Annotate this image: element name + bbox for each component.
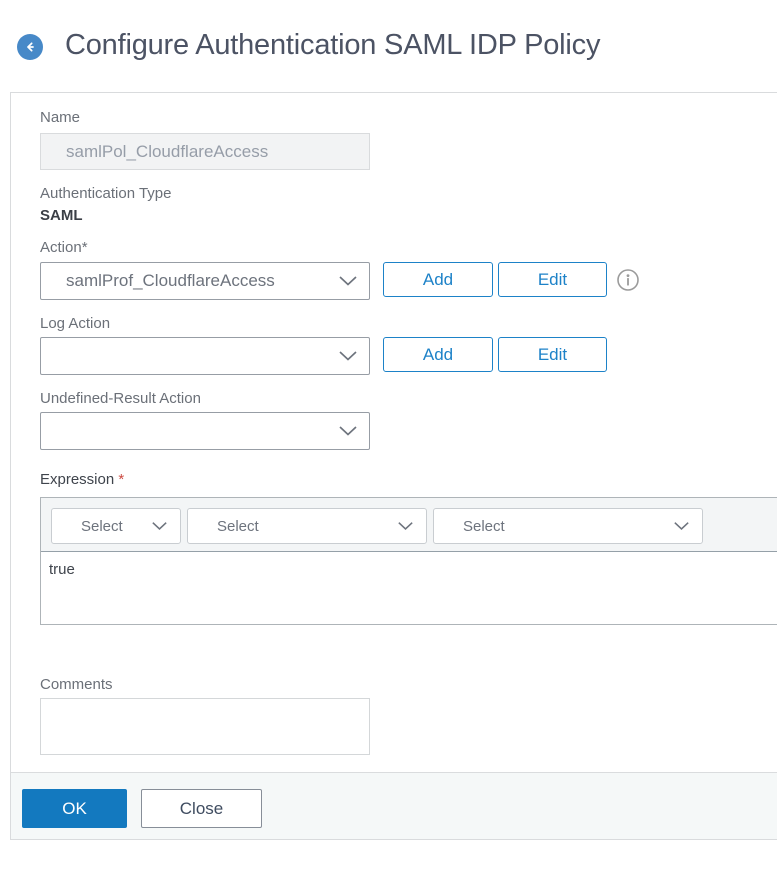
expression-label-text: Expression — [40, 471, 115, 488]
expression-select-3-value: Select — [463, 517, 505, 535]
page-title: Configure Authentication SAML IDP Policy — [65, 29, 601, 61]
expression-input[interactable]: true — [41, 552, 777, 624]
expression-select-2-value: Select — [217, 517, 259, 535]
form-footer: OK Close — [11, 772, 777, 839]
arrow-left-icon — [22, 39, 38, 55]
comments-label: Comments — [40, 676, 113, 693]
expression-select-3[interactable]: Select — [433, 508, 703, 544]
action-add-button[interactable]: Add — [383, 262, 493, 297]
comments-input[interactable] — [40, 698, 370, 755]
log-action-select[interactable] — [40, 337, 370, 375]
undefined-result-action-select[interactable] — [40, 412, 370, 450]
log-action-label: Log Action — [40, 315, 111, 332]
required-asterisk: * — [118, 471, 125, 488]
expression-editor: Select Select Select true — [40, 497, 777, 625]
action-label: Action* — [40, 239, 88, 256]
name-value: samlPol_CloudflareAccess — [66, 141, 269, 161]
name-field: samlPol_CloudflareAccess — [40, 133, 370, 170]
expression-select-2[interactable]: Select — [187, 508, 427, 544]
action-select[interactable]: samlProf_CloudflareAccess — [40, 262, 370, 300]
page-header: Configure Authentication SAML IDP Policy — [0, 0, 777, 92]
chevron-down-icon — [339, 421, 357, 441]
chevron-down-icon — [674, 518, 689, 535]
form-panel: Name samlPol_CloudflareAccess Authentica… — [10, 92, 777, 840]
chevron-down-icon — [339, 271, 357, 291]
log-action-edit-button[interactable]: Edit — [498, 337, 607, 372]
log-action-add-button[interactable]: Add — [383, 337, 493, 372]
expression-select-1[interactable]: Select — [51, 508, 181, 544]
authentication-type-label: Authentication Type — [40, 185, 172, 202]
expression-toolbar: Select Select Select — [41, 498, 777, 552]
expression-select-1-value: Select — [81, 517, 123, 535]
name-label: Name — [40, 109, 81, 126]
chevron-down-icon — [339, 346, 357, 366]
authentication-type-value: SAML — [40, 207, 83, 224]
expression-label: Expression * — [40, 471, 124, 488]
action-edit-button[interactable]: Edit — [498, 262, 607, 297]
action-select-value: samlProf_CloudflareAccess — [66, 271, 275, 290]
ok-button[interactable]: OK — [22, 789, 127, 828]
back-button[interactable] — [17, 34, 43, 60]
close-button[interactable]: Close — [141, 789, 262, 828]
chevron-down-icon — [152, 518, 167, 535]
chevron-down-icon — [398, 518, 413, 535]
undefined-result-action-label: Undefined-Result Action — [40, 390, 201, 407]
info-icon[interactable] — [616, 268, 640, 297]
